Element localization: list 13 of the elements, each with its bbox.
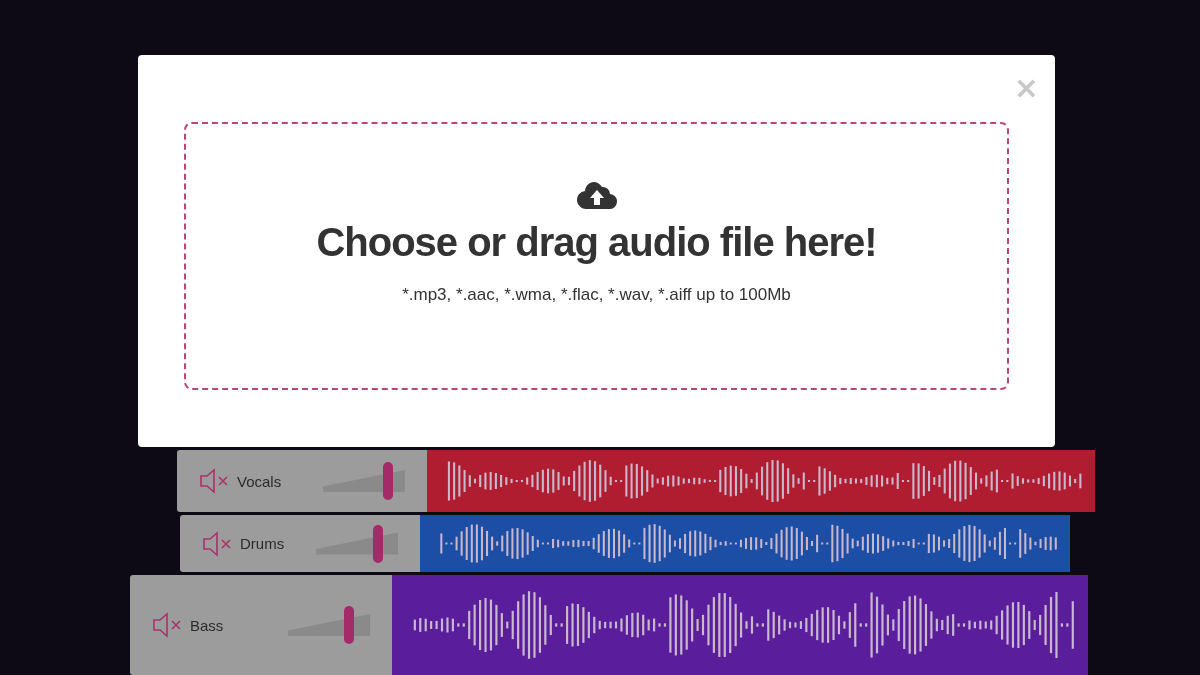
volume-slider[interactable] xyxy=(316,524,398,563)
track-name: Bass xyxy=(190,616,224,634)
track-name: Drums xyxy=(240,535,285,552)
track-name: Vocals xyxy=(237,472,282,490)
muted-speaker-icon[interactable] xyxy=(199,468,229,494)
muted-speaker-icon[interactable] xyxy=(152,612,182,638)
dropzone-title: Choose or drag audio file here! xyxy=(316,220,877,265)
drop-zone[interactable]: Choose or drag audio file here! *.mp3, *.aac, *.wma, *.flac, *.wav, *.aiff up to 100Mb xyxy=(184,122,1009,390)
file-types-hint: *.mp3, *.aac, *.wma, *.flac, *.wav, *.aiff up to 100Mb xyxy=(402,285,791,305)
cloud-upload-icon xyxy=(576,180,617,210)
volume-slider[interactable] xyxy=(288,606,370,644)
muted-speaker-icon[interactable] xyxy=(202,530,232,557)
volume-slider[interactable] xyxy=(323,462,405,500)
